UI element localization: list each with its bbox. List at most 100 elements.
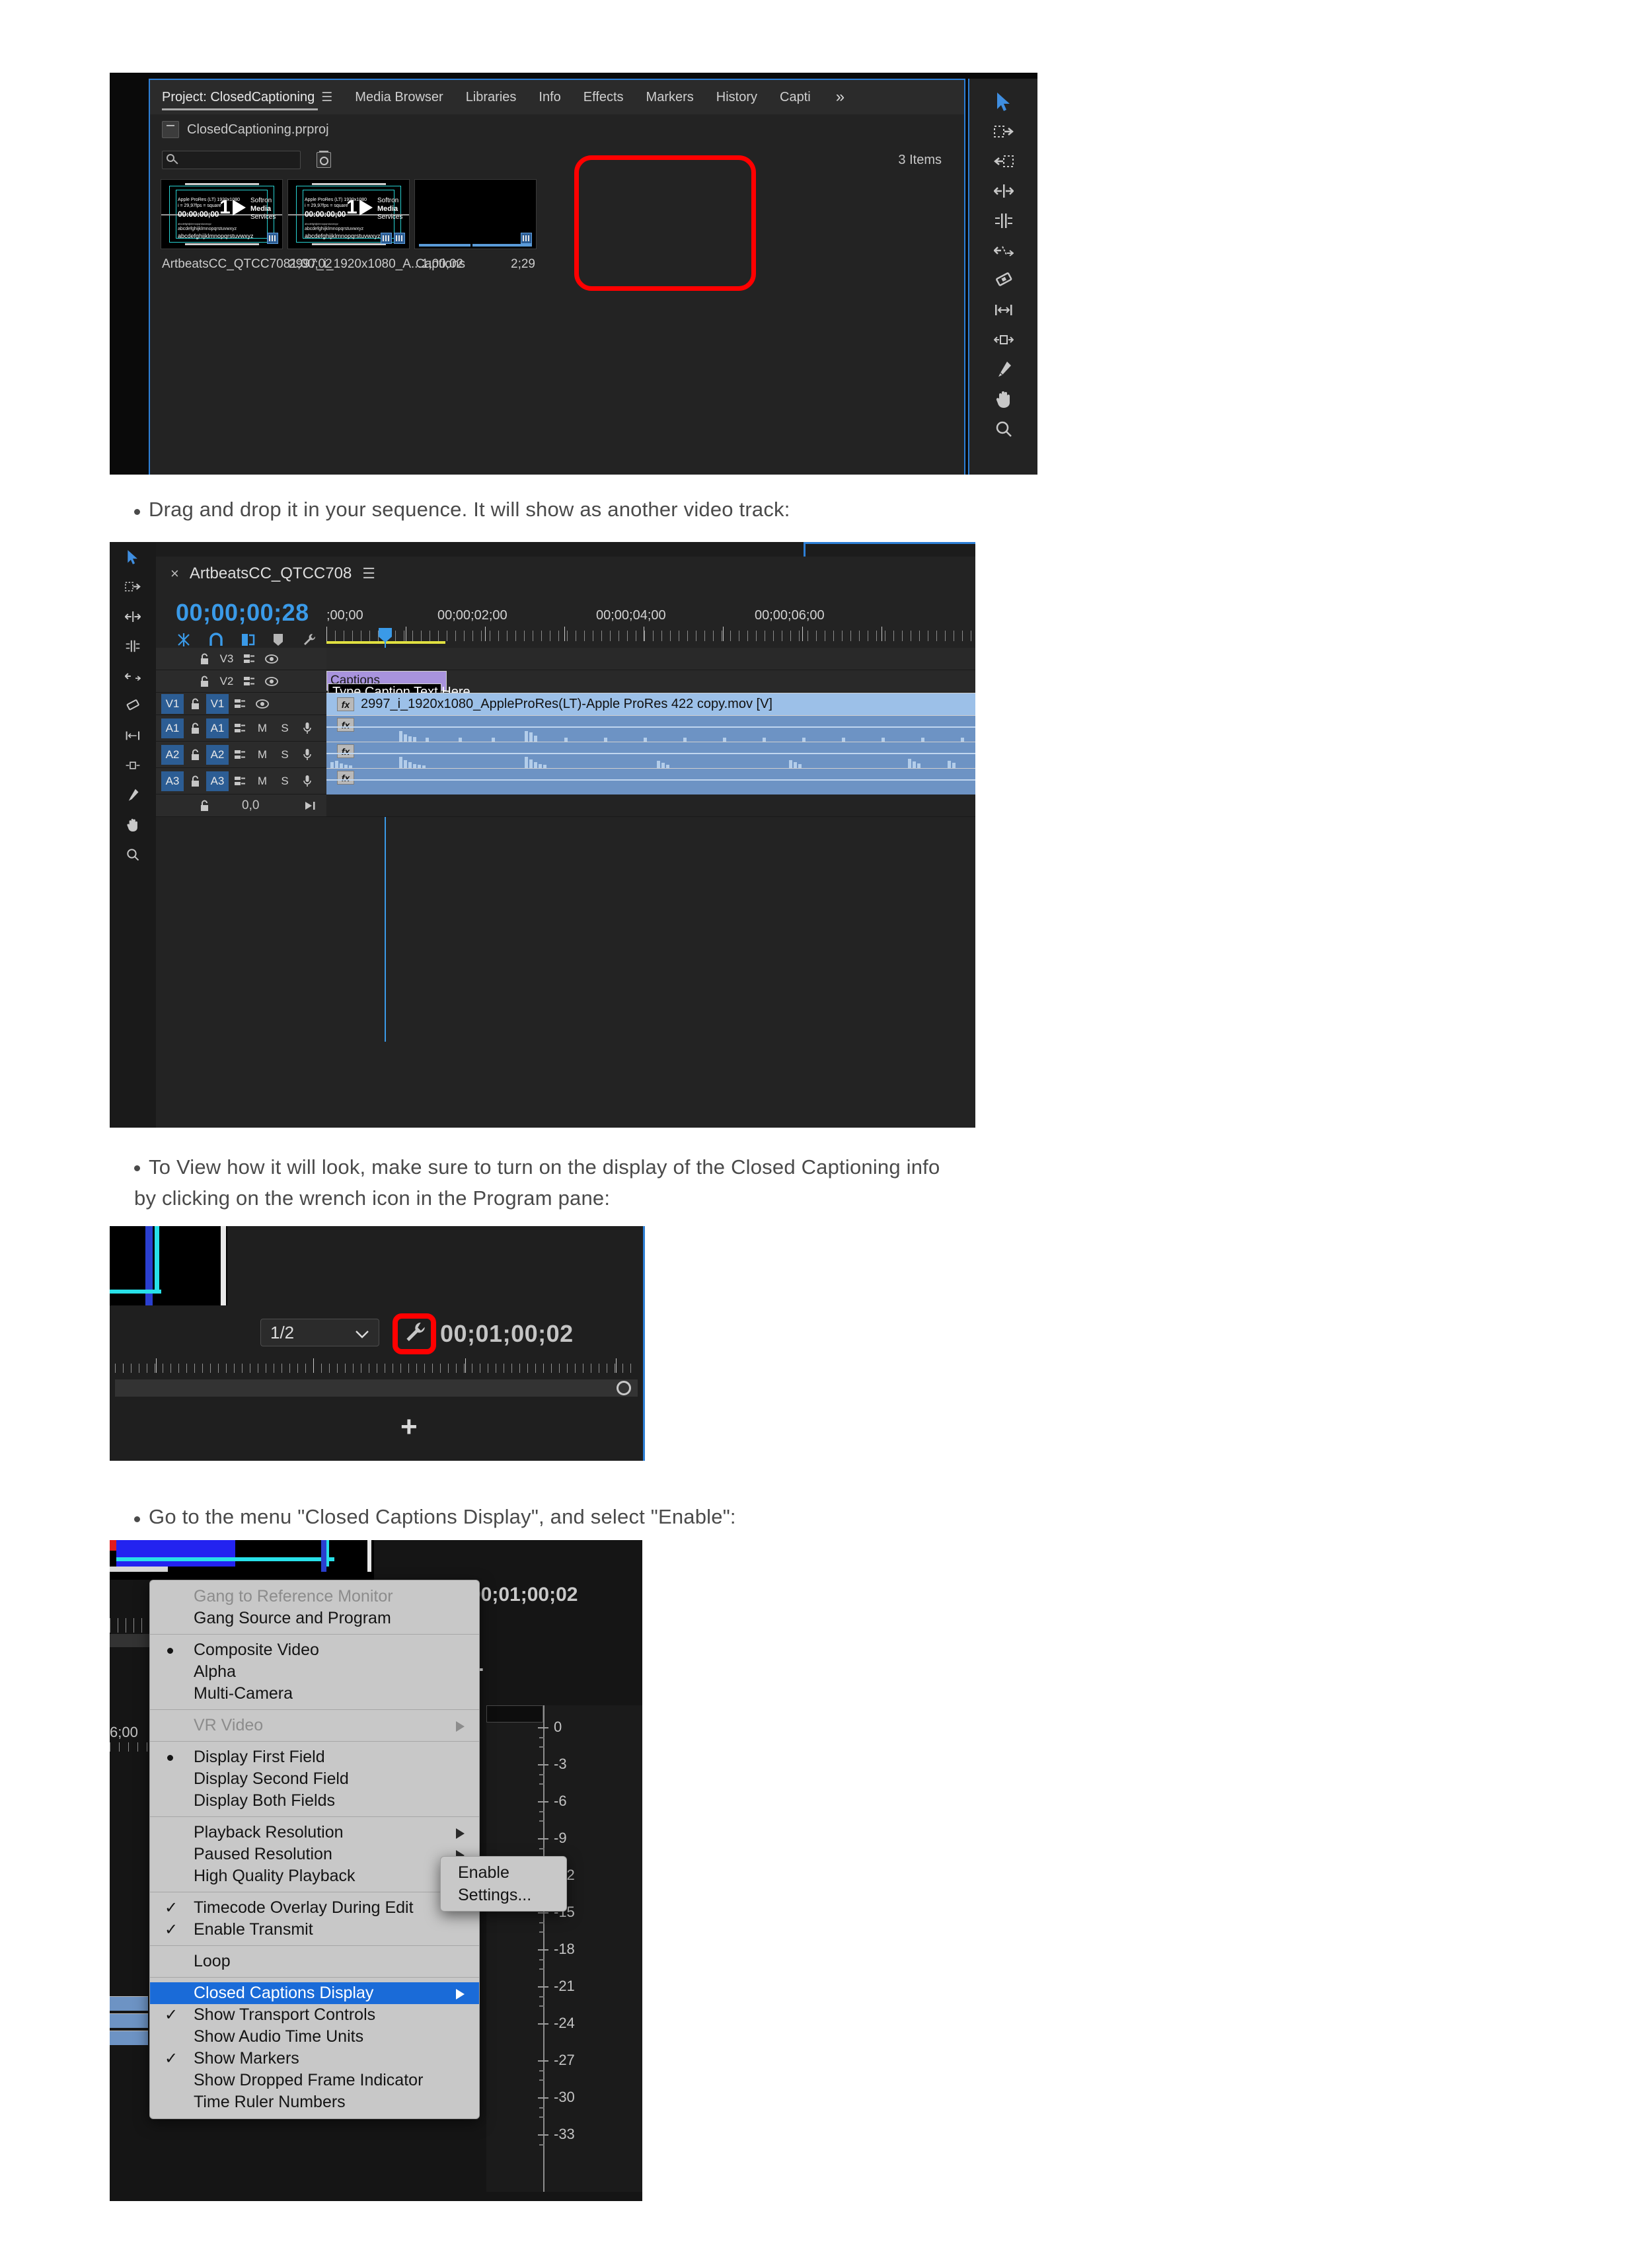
- thumbnail-captions[interactable]: [414, 179, 537, 249]
- menu-item-closed-captions-display[interactable]: Closed Captions Display: [150, 1982, 479, 2004]
- playback-resolution-select[interactable]: 1/2: [260, 1319, 379, 1346]
- rolling-edit-tool-icon[interactable]: [990, 207, 1018, 235]
- bin-item[interactable]: Apple ProRes (LT) 1920x1080 i = 29,97fps…: [161, 179, 332, 272]
- microphone-icon[interactable]: [296, 718, 319, 738]
- menu-item-show-transport-controls[interactable]: ✓ Show Transport Controls: [150, 2004, 479, 2026]
- track-target-a1[interactable]: A1: [161, 718, 184, 738]
- track-lane-v1[interactable]: fx 2997_i_1920x1080_AppleProRes(LT)-Appl…: [326, 693, 975, 715]
- audio-clip-a3[interactable]: fx: [326, 768, 975, 795]
- track-header-v1[interactable]: V1 V1: [156, 693, 326, 715]
- tab-effects[interactable]: Effects: [583, 80, 624, 114]
- program-timecode[interactable]: 00;01;00;02: [440, 1320, 574, 1348]
- menu-item-paused-resolution[interactable]: Paused Resolution: [150, 1843, 479, 1865]
- microphone-icon[interactable]: [296, 771, 319, 791]
- track-lane-v3[interactable]: [326, 648, 975, 670]
- thumbnail[interactable]: Apple ProRes (LT) 1920x1080 i = 29,97fps…: [287, 179, 410, 249]
- track-name-a3[interactable]: A3: [206, 771, 229, 791]
- button-editor-add-icon[interactable]: +: [400, 1413, 418, 1442]
- tab-media-browser[interactable]: Media Browser: [355, 80, 443, 114]
- track-header-a2[interactable]: A2 A2 M S: [156, 742, 326, 767]
- mute-button-a2[interactable]: M: [251, 745, 274, 765]
- zoom-tool-icon[interactable]: [990, 415, 1018, 443]
- sync-lock-icon[interactable]: [238, 649, 260, 669]
- caption-badge[interactable]: [521, 233, 532, 244]
- tab-info[interactable]: Info: [539, 80, 560, 114]
- lock-icon[interactable]: [184, 771, 206, 791]
- slip-tool-icon[interactable]: [990, 296, 1018, 324]
- ripple-edit-tool-icon[interactable]: [110, 601, 156, 631]
- rate-stretch-tool-icon[interactable]: [110, 661, 156, 691]
- track-name-v3[interactable]: V3: [215, 649, 238, 669]
- sync-lock-icon[interactable]: [229, 771, 251, 791]
- pen-tool-icon[interactable]: [110, 780, 156, 810]
- lock-icon[interactable]: [184, 745, 206, 765]
- menu-item-show-audio-time-units[interactable]: Show Audio Time Units: [150, 2026, 479, 2048]
- menu-item-enable-transmit[interactable]: ✓ Enable Transmit: [150, 1919, 479, 1941]
- track-target-v1[interactable]: V1: [161, 693, 184, 714]
- track-select-backward-tool-icon[interactable]: [990, 147, 1018, 175]
- slide-tool-icon[interactable]: [110, 750, 156, 780]
- track-name-a2[interactable]: A2: [206, 744, 229, 765]
- track-header-a3[interactable]: A3 A3 M S: [156, 768, 326, 794]
- pen-tool-icon[interactable]: [990, 356, 1018, 383]
- timeline-ruler[interactable]: ;00;00 00;00;02;00 00;00;04;00 00;00;06;…: [326, 591, 975, 632]
- track-name-a1[interactable]: A1: [206, 718, 229, 738]
- zoom-tool-icon[interactable]: [110, 839, 156, 869]
- track-name-v1[interactable]: V1: [206, 693, 229, 714]
- rate-stretch-tool-icon[interactable]: [990, 237, 1018, 264]
- search-input[interactable]: [162, 151, 301, 169]
- bin-item[interactable]: Apple ProRes (LT) 1920x1080 i = 29,97fps…: [287, 179, 463, 272]
- submenu-item-enable[interactable]: Enable: [441, 1861, 566, 1884]
- hand-tool-icon[interactable]: [990, 385, 1018, 413]
- lock-icon[interactable]: [193, 672, 215, 691]
- track-lane-v2[interactable]: Captions Type Caption Text Here: [326, 670, 975, 701]
- menu-item-high-quality-playback[interactable]: High Quality Playback: [150, 1865, 479, 1887]
- hand-tool-icon[interactable]: [110, 810, 156, 839]
- lock-icon[interactable]: [184, 694, 206, 714]
- slide-tool-icon[interactable]: [990, 326, 1018, 354]
- menu-item-show-dropped-frame-indicator[interactable]: Show Dropped Frame Indicator: [150, 2070, 479, 2091]
- track-lane-a3[interactable]: fx: [326, 768, 975, 795]
- sync-lock-icon[interactable]: [238, 672, 260, 691]
- sequence-tab-label[interactable]: ArtbeatsCC_QTCC708: [190, 564, 352, 583]
- lock-icon[interactable]: [193, 649, 215, 669]
- solo-button-a2[interactable]: S: [274, 745, 296, 765]
- audio-clip-a1[interactable]: fx: [326, 715, 975, 742]
- track-target-a3[interactable]: A3: [161, 771, 184, 791]
- more-tabs-icon[interactable]: »: [836, 88, 845, 106]
- selection-tool-icon[interactable]: [110, 542, 156, 572]
- program-time-ruler[interactable]: [110, 1357, 643, 1377]
- audio-waveform-badge[interactable]: [267, 233, 278, 244]
- tab-markers[interactable]: Markers: [646, 80, 694, 114]
- bin-item-captions[interactable]: Captions 2;29: [414, 179, 537, 272]
- solo-button-a3[interactable]: S: [274, 771, 296, 791]
- track-visibility-icon[interactable]: [260, 649, 283, 669]
- slip-tool-icon[interactable]: [110, 720, 156, 750]
- menu-item-alpha[interactable]: Alpha: [150, 1661, 479, 1683]
- menu-item-timecode-overlay-during-edit[interactable]: ✓ Timecode Overlay During Edit: [150, 1897, 479, 1919]
- mute-button-a1[interactable]: M: [251, 718, 274, 738]
- menu-item-display-both-fields[interactable]: Display Both Fields: [150, 1790, 479, 1812]
- close-icon[interactable]: ×: [170, 565, 179, 582]
- track-visibility-icon[interactable]: [260, 672, 283, 691]
- program-timecode[interactable]: 00;01;00;02: [470, 1584, 578, 1606]
- solo-button-a1[interactable]: S: [274, 718, 296, 738]
- lock-icon[interactable]: [193, 796, 215, 816]
- track-name-v2[interactable]: V2: [215, 672, 238, 691]
- timeline-end-marker-icon[interactable]: [299, 796, 321, 816]
- lock-icon[interactable]: [184, 718, 206, 738]
- tab-history[interactable]: History: [716, 80, 757, 114]
- track-select-forward-tool-icon[interactable]: [110, 572, 156, 601]
- menu-item-composite-video[interactable]: Composite Video: [150, 1639, 479, 1661]
- track-select-forward-tool-icon[interactable]: [990, 118, 1018, 145]
- filter-bin-icon[interactable]: [317, 151, 331, 168]
- track-header-a1[interactable]: A1 A1 M S: [156, 715, 326, 741]
- razor-tool-icon[interactable]: [110, 691, 156, 720]
- menu-item-show-markers[interactable]: ✓ Show Markers: [150, 2048, 479, 2070]
- menu-item-playback-resolution[interactable]: Playback Resolution: [150, 1822, 479, 1843]
- sync-lock-icon[interactable]: [229, 718, 251, 738]
- sync-lock-icon[interactable]: [229, 745, 251, 765]
- menu-item-gang-source-and-program[interactable]: Gang Source and Program: [150, 1608, 479, 1629]
- track-target-a2[interactable]: A2: [161, 744, 184, 765]
- menu-item-display-first-field[interactable]: Display First Field: [150, 1746, 479, 1768]
